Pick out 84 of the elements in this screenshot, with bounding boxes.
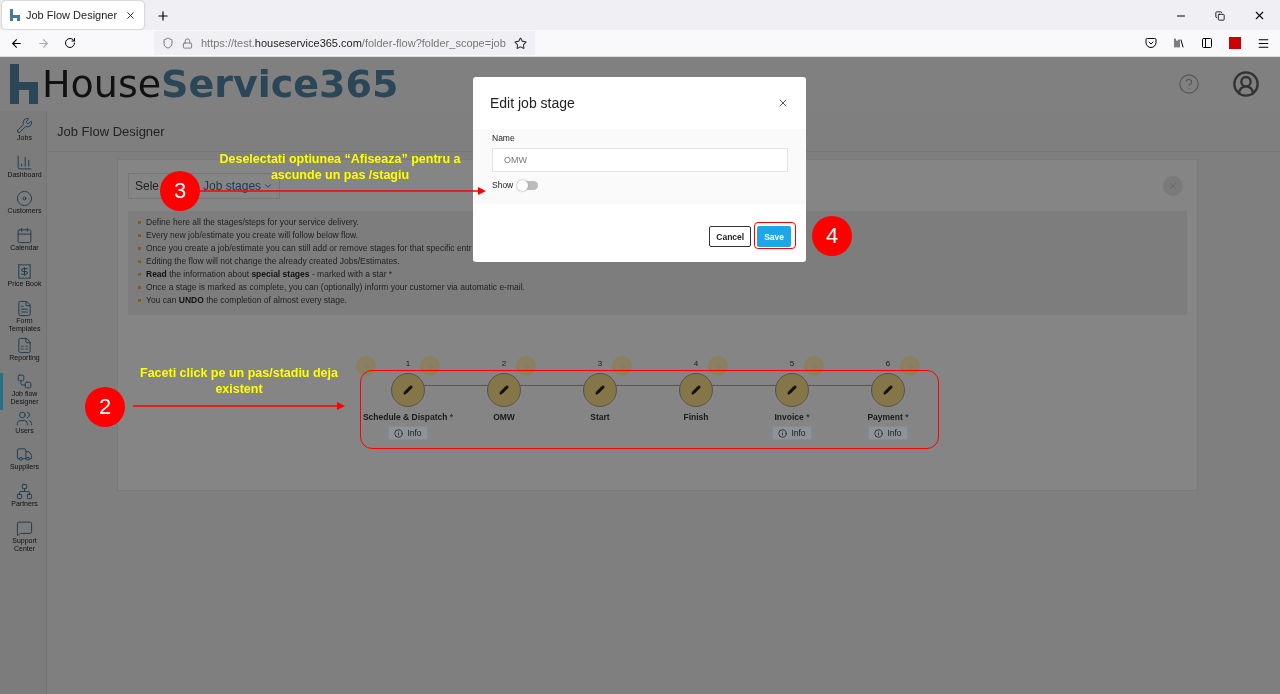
info-text: Define here all the stages/steps for your service delivery. [146,216,359,229]
info-icon [778,428,788,438]
stage-dropdown[interactable]: Job stages [203,179,274,193]
stage-number: 5 [789,360,795,369]
spreadsheet-icon [16,336,33,354]
logo-icon [8,64,40,104]
toggle-label: Show [492,180,514,190]
info-text: You can UNDO the completion of almost every stage. [146,294,347,307]
logo-text: HouseService365 [42,62,399,106]
logo-icon [10,9,20,21]
info-text: Every new job/estimate you create will follow below flow. [146,229,359,242]
info-button[interactable]: Info [772,426,812,440]
stage-button[interactable] [487,373,521,407]
calendar-icon [16,226,33,244]
stage-button[interactable] [583,373,617,407]
back-icon[interactable] [10,36,23,50]
stage-name: Invoice * [774,412,810,422]
workflow-icon [16,373,33,391]
cancel-button[interactable]: Cancel [709,226,752,247]
info-text: Once you create a job/estimate you can still add or remove stages for that specific entr [146,242,472,255]
selector-label: Sele [135,179,160,193]
info-button[interactable]: Info [868,426,908,440]
info-icon [874,428,884,438]
stage-name: Finish [683,412,709,422]
sidebar-icon[interactable] [1201,37,1213,49]
highlight-frame [754,222,796,249]
library-icon[interactable] [1173,37,1185,49]
restore-icon[interactable] [1215,10,1225,21]
caret-icon [263,181,274,191]
stage-button[interactable] [391,373,425,407]
name-field[interactable]: OMW [492,148,788,172]
help-icon[interactable] [1178,73,1200,95]
annotation-text: Deselectati optiunea “Afiseaza” pentru a ascunde un pas /stagiu [219,151,462,182]
stage-name: Start [590,412,610,422]
stage-name: Schedule & Dispatch * [362,412,454,422]
forward-icon[interactable] [37,36,50,50]
pencil-icon [403,385,413,395]
close-icon[interactable] [125,9,136,21]
stage-number: 2 [501,360,507,369]
info-text: Once a stage is marked as complete, you can (optionally) inform your customer via automatic e-mail. [146,281,525,294]
page-title: Job Flow Designer [57,123,165,139]
disc-icon [16,190,33,208]
stage-number: 6 [885,360,891,369]
annotation-text: Faceti click pe un pas/stadiu deja existent [139,365,339,397]
stage-number: 4 [693,360,699,369]
truck-icon [16,446,33,464]
stage-number: 1 [405,360,411,369]
pencil-icon [691,385,701,395]
pencil-icon [595,385,605,395]
step-badge: 2 [85,387,125,427]
menu-icon[interactable] [1257,36,1270,50]
stage-button[interactable] [871,373,905,407]
pencil-icon [787,385,797,395]
stage-name: OMW [493,412,515,422]
receipt-icon [16,263,33,281]
chat-icon [16,519,33,537]
network-icon [16,482,33,500]
info-icon [394,428,404,438]
close-icon[interactable] [1253,9,1266,22]
reload-icon[interactable] [64,37,76,49]
stage-name: Payment * [867,412,909,422]
close-icon[interactable] [777,97,789,109]
pencil-icon [499,385,509,395]
document-icon [16,299,33,317]
star-icon[interactable] [513,36,527,50]
stage-button[interactable] [775,373,809,407]
save-button[interactable]: Save [757,226,791,247]
info-text: Read the information about special stages - marked with a star * [146,268,393,281]
show-toggle[interactable] [518,180,539,190]
dialog-title: Edit job stage [490,95,575,111]
avatar-icon[interactable] [1232,70,1260,98]
info-button[interactable]: Info [388,426,428,440]
lock-icon[interactable] [182,37,193,49]
info-text: Editing the flow will not change the already created Jobs/Estimates. [146,255,400,268]
wrench-icon [16,117,33,134]
stage-number: 3 [597,360,603,369]
bar-chart-icon [16,153,33,171]
shield-icon[interactable] [162,37,174,49]
new-tab-icon[interactable] [156,9,170,23]
users-icon [16,409,33,427]
pencil-icon [883,385,893,395]
field-label: Name [492,133,516,143]
pocket-icon[interactable] [1145,37,1157,49]
stage-button[interactable] [679,373,713,407]
